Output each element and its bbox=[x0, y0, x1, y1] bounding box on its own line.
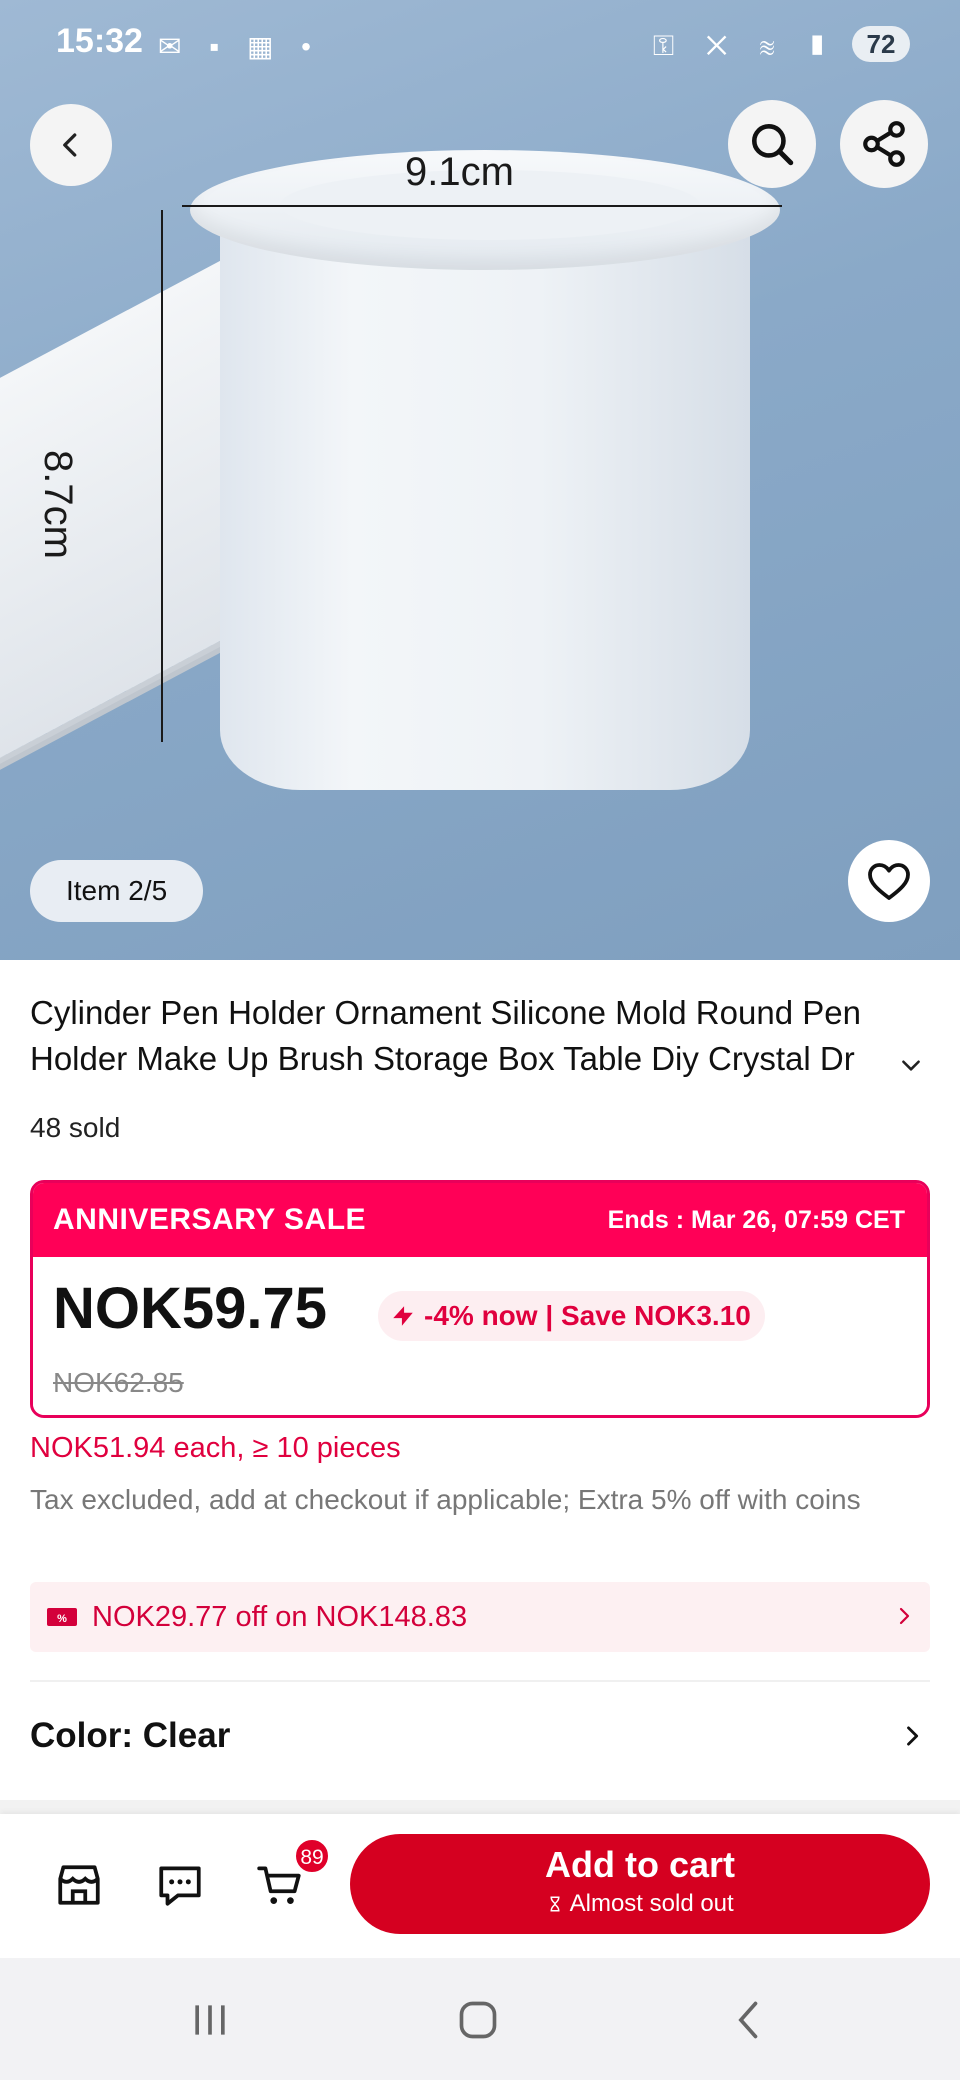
sale-end-time: Ends : Mar 26, 07:59 CET bbox=[607, 1205, 905, 1234]
coupon-icon: % bbox=[47, 1608, 77, 1626]
add-to-cart-label: Add to cart bbox=[544, 1844, 735, 1885]
width-dimension-label: 9.1cm bbox=[405, 150, 514, 194]
favorite-button[interactable] bbox=[848, 840, 930, 922]
width-dimension-line bbox=[182, 205, 782, 207]
system-icons: ⚿ ✕ ≋ ▮ bbox=[652, 30, 840, 61]
system-navigation-bar bbox=[0, 1958, 960, 2080]
original-price: NOK62.85 bbox=[53, 1367, 184, 1398]
stock-note: Almost sold out bbox=[350, 1890, 930, 1918]
color-selector[interactable]: Color: Clear bbox=[30, 1716, 230, 1756]
divider bbox=[30, 1680, 930, 1682]
price-drop-icon bbox=[393, 1306, 413, 1326]
bulk-price: NOK51.94 each, ≥ 10 pieces bbox=[30, 1432, 401, 1464]
height-dimension-label: 8.7cm bbox=[36, 450, 80, 559]
search-icon bbox=[752, 124, 794, 166]
product-title: Cylinder Pen Holder Ornament Silicone Mo… bbox=[30, 994, 861, 1077]
add-to-cart-button[interactable]: Add to cart Almost sold out bbox=[350, 1834, 930, 1934]
chevron-right-icon bbox=[899, 1607, 910, 1625]
section-separator bbox=[0, 1800, 960, 1814]
height-dimension-line bbox=[161, 210, 163, 742]
hourglass-icon bbox=[550, 1896, 560, 1912]
search-button[interactable] bbox=[728, 100, 816, 188]
sale-header: ANNIVERSARY SALE Ends : Mar 26, 07:59 CE… bbox=[33, 1183, 927, 1257]
cart-count-badge: 89 bbox=[294, 1838, 330, 1874]
heart-icon bbox=[868, 863, 910, 900]
discount-text: -4% now | Save NOK3.10 bbox=[424, 1300, 751, 1331]
discount-badge: -4% now | Save NOK3.10 bbox=[378, 1291, 765, 1341]
back-nav-icon[interactable] bbox=[728, 1998, 772, 2042]
stock-note-text: Almost sold out bbox=[569, 1890, 734, 1917]
svg-text:%: % bbox=[57, 1613, 67, 1625]
home-icon[interactable] bbox=[456, 1998, 500, 2042]
coupon-text: NOK29.77 off on NOK148.83 bbox=[92, 1600, 468, 1633]
battery-indicator: 72 bbox=[852, 26, 910, 62]
status-bar: 15:32 ✉ ▪ ▦ • ⚿ ✕ ≋ ▮ 72 bbox=[0, 0, 960, 90]
back-button[interactable] bbox=[30, 104, 112, 186]
share-button[interactable] bbox=[840, 100, 928, 188]
sale-title: ANNIVERSARY SALE bbox=[53, 1203, 367, 1236]
status-time: 15:32 bbox=[56, 22, 143, 60]
coupon-row[interactable]: % NOK29.77 off on NOK148.83 bbox=[30, 1582, 930, 1652]
bottom-action-bar: 89 Add to cart Almost sold out bbox=[0, 1814, 960, 1958]
image-pager: Item 2/5 bbox=[30, 860, 204, 922]
current-price: NOK59.75 bbox=[53, 1276, 328, 1341]
share-icon bbox=[863, 121, 905, 167]
chevron-right-icon[interactable] bbox=[898, 1722, 926, 1750]
sold-count: 48 sold bbox=[30, 1112, 121, 1143]
store-icon[interactable] bbox=[54, 1860, 104, 1910]
chat-icon[interactable] bbox=[154, 1860, 206, 1910]
notification-icons: ✉ ▪ ▦ • bbox=[158, 31, 321, 62]
product-image[interactable]: 9.1cm 8.7cm bbox=[0, 0, 960, 960]
tax-note: Tax excluded, add at checkout if applica… bbox=[30, 1484, 861, 1515]
cup-illustration bbox=[190, 150, 780, 810]
expand-title-icon[interactable] bbox=[898, 1052, 924, 1078]
sale-price-box: ANNIVERSARY SALE Ends : Mar 26, 07:59 CE… bbox=[30, 1180, 930, 1418]
recent-apps-icon[interactable] bbox=[188, 1998, 232, 2042]
chevron-left-icon bbox=[63, 133, 77, 157]
